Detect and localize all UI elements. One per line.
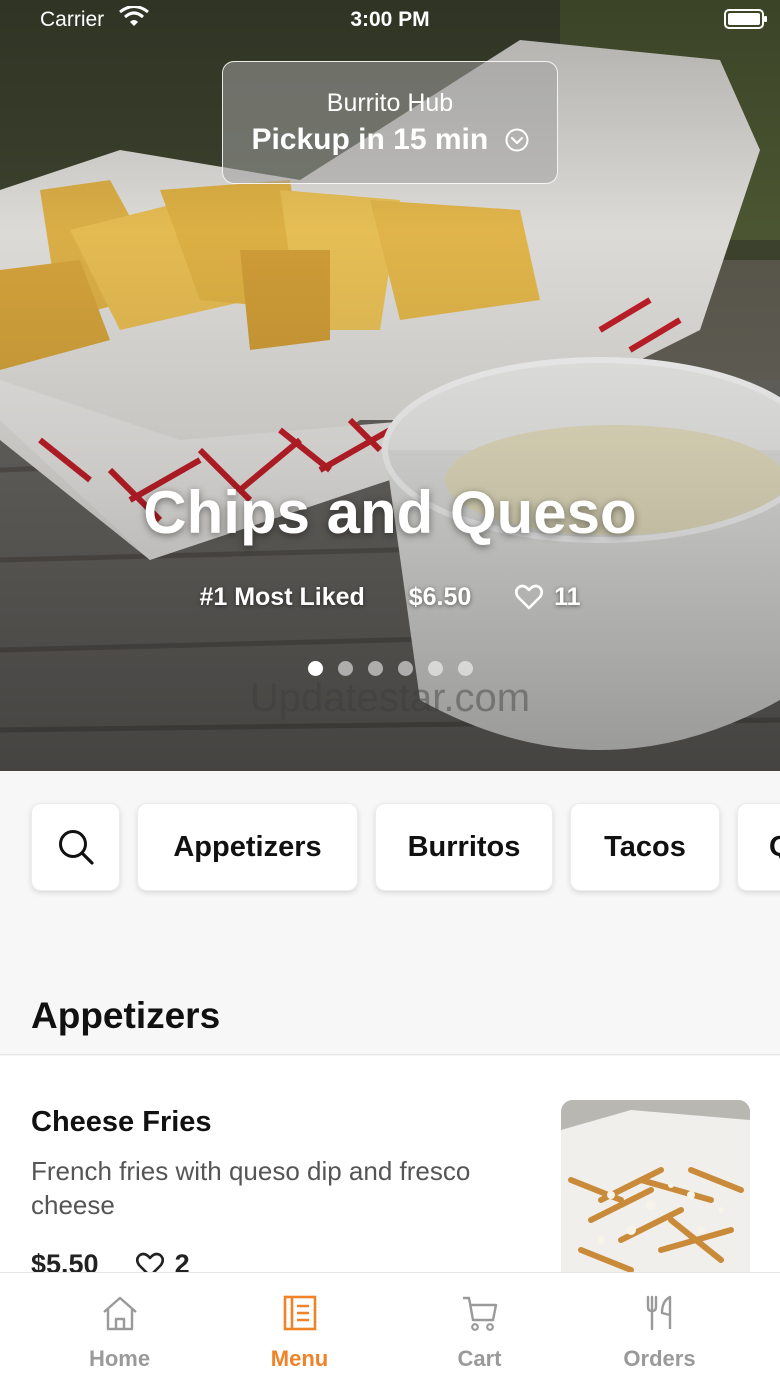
store-name: Burrito Hub (326, 89, 454, 117)
hero-carousel[interactable]: Carrier 3:00 PM Burrito Hub Pickup in 15… (0, 0, 780, 771)
orders-icon (646, 1295, 672, 1331)
menu-icon (283, 1295, 317, 1331)
tab-menu-label: Menu (270, 1346, 329, 1371)
tab-cart-label: Cart (457, 1346, 502, 1371)
featured-likes: 11 (554, 582, 581, 611)
category-chip-appetizers[interactable]: Appetizers (137, 803, 358, 891)
heart-icon[interactable] (515, 584, 544, 610)
carousel-dot[interactable] (397, 661, 413, 676)
tab-menu[interactable]: Menu (202, 1273, 397, 1387)
tab-cart[interactable]: Cart (382, 1273, 577, 1387)
home-icon (103, 1296, 137, 1331)
app-screen: Carrier 3:00 PM Burrito Hub Pickup in 15… (0, 0, 780, 1387)
pickup-time-row: Pickup in 15 min (223, 123, 557, 157)
carousel-dot[interactable] (367, 661, 383, 676)
pickup-selector[interactable]: Burrito Hub Pickup in 15 min (222, 61, 558, 184)
tab-home[interactable]: Home (22, 1273, 217, 1387)
carousel-dot[interactable] (307, 661, 323, 676)
featured-item-meta: #1 Most Liked $6.50 11 (0, 582, 780, 612)
carousel-dot[interactable] (427, 661, 443, 676)
tab-orders[interactable]: Orders (562, 1273, 757, 1387)
tab-bar: Home Menu Cart Orders (0, 1272, 780, 1387)
featured-rank: #1 Most Liked (199, 582, 365, 611)
menu-item[interactable]: Cheese Fries French fries with queso dip… (0, 1056, 780, 1286)
battery-icon (724, 9, 767, 29)
search-icon (58, 830, 94, 865)
status-time: 3:00 PM (350, 8, 430, 31)
status-bar: Carrier 3:00 PM (0, 0, 780, 40)
item-image (561, 1100, 750, 1286)
tab-orders-label: Orders (623, 1346, 696, 1371)
tab-home-label: Home (88, 1346, 151, 1371)
item-name: Cheese Fries (31, 1106, 212, 1138)
category-chip-tacos[interactable]: Tacos (570, 803, 720, 891)
featured-price: $6.50 (408, 582, 472, 611)
section-title: Appetizers (31, 995, 221, 1036)
search-button[interactable] (31, 803, 120, 891)
pickup-time-label: Pickup in 15 min (251, 123, 489, 156)
watermark: Updatestar.com (249, 676, 531, 720)
chevron-down-icon (505, 128, 529, 152)
cart-icon (463, 1296, 498, 1331)
carousel-dot[interactable] (457, 661, 473, 676)
carousel-dots (0, 661, 780, 676)
featured-item-title: Chips and Queso (143, 479, 637, 546)
section-header: Appetizers (0, 975, 780, 1055)
carousel-dot[interactable] (337, 661, 353, 676)
category-bar: Appetizers Burritos Tacos Q (0, 771, 780, 921)
item-description: French fries with queso dip and fresco c… (31, 1156, 471, 1220)
category-chip-burritos[interactable]: Burritos (375, 803, 553, 891)
category-chip-partial[interactable]: Q (737, 803, 780, 891)
